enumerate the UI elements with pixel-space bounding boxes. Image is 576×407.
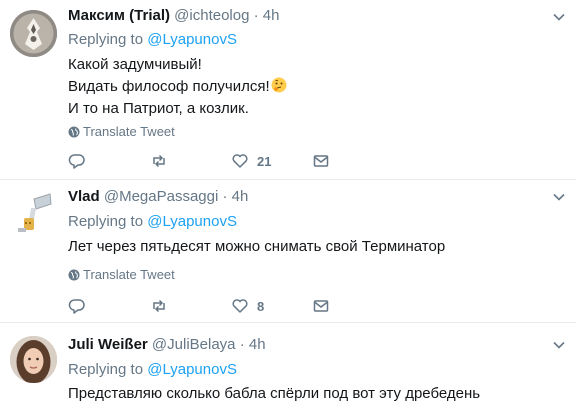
retweet-icon <box>153 299 165 313</box>
like-count: 8 <box>257 298 265 314</box>
replying-to: Replying to @LyapunovS <box>68 31 237 49</box>
tweet-header: Максим (Trial) @ichteolog · 4h <box>68 7 279 25</box>
reply-icon <box>68 299 85 314</box>
tweet-text-line: Лет через пятьдесят можно снимать свой Т… <box>68 238 446 255</box>
tweet-header: Juli Weißer @JuliBelaya · 4h <box>68 336 266 354</box>
translate-tweet-link[interactable]: Translate Tweet <box>68 124 175 140</box>
tweet-text: Какой задумчивый! Видать философ получил… <box>68 54 287 120</box>
tweet-text: Представляю сколько бабла спёрли под вот… <box>68 383 480 405</box>
timestamp[interactable]: 4h <box>263 7 280 24</box>
author-name[interactable]: Максим (Trial) <box>68 7 170 24</box>
avatar[interactable] <box>10 10 57 57</box>
reply-button[interactable] <box>68 151 86 171</box>
avatar[interactable] <box>10 336 57 383</box>
tweet-text: Лет через пятьдесят можно снимать свой Т… <box>68 236 445 258</box>
mention-link[interactable]: @LyapunovS <box>147 361 237 378</box>
retweet-icon <box>153 154 165 168</box>
direct-message-button[interactable] <box>312 296 330 316</box>
thinking-face-emoji <box>271 77 287 93</box>
tweet-text-line: И то на Патриот, а козлик. <box>68 100 249 117</box>
replying-to: Replying to @LyapunovS <box>68 213 237 231</box>
author-name[interactable]: Juli Weißer <box>68 336 148 353</box>
tweet-actions: 21 <box>68 151 368 171</box>
replying-to: Replying to @LyapunovS <box>68 361 237 379</box>
tweet-text-line: Видать философ получился! <box>68 76 287 98</box>
author-handle[interactable]: @JuliBelaya <box>152 336 236 353</box>
envelope-icon <box>313 155 329 167</box>
author-handle[interactable]: @MegaPassaggi <box>104 188 218 205</box>
tweet[interactable]: Juli Weißer @JuliBelaya · 4h Replying to… <box>0 323 576 407</box>
chevron-down-icon[interactable] <box>552 10 566 24</box>
tweet[interactable]: Vlad @MegaPassaggi · 4h Replying to @Lya… <box>0 180 576 323</box>
heart-icon <box>232 154 248 168</box>
author-handle[interactable]: @ichteolog <box>174 7 249 24</box>
tweet-text-line: Какой задумчивый! <box>68 56 202 73</box>
globe-icon <box>68 269 80 281</box>
replying-to-label: Replying to <box>68 31 148 48</box>
globe-icon <box>68 126 80 138</box>
reply-button[interactable] <box>68 296 86 316</box>
direct-message-button[interactable] <box>312 151 330 171</box>
like-button[interactable]: 8 <box>231 296 264 316</box>
chevron-down-icon[interactable] <box>552 190 566 204</box>
timestamp[interactable]: 4h <box>232 188 249 205</box>
translate-tweet-label[interactable]: Translate Tweet <box>83 267 175 282</box>
retweet-button[interactable] <box>150 151 168 171</box>
tweet-text-segment: Видать философ получился! <box>68 78 270 95</box>
envelope-icon <box>313 300 329 312</box>
replying-to-label: Replying to <box>68 361 148 378</box>
separator-dot: · <box>253 7 259 24</box>
reply-icon <box>68 154 85 169</box>
translate-tweet-link[interactable]: Translate Tweet <box>68 267 175 283</box>
avatar[interactable] <box>10 190 57 237</box>
separator-dot: · <box>239 336 245 353</box>
mention-link[interactable]: @LyapunovS <box>147 213 237 230</box>
like-count: 21 <box>257 153 272 169</box>
mention-link[interactable]: @LyapunovS <box>147 31 237 48</box>
separator-dot: · <box>222 188 228 205</box>
heart-icon <box>232 299 248 313</box>
timestamp[interactable]: 4h <box>249 336 266 353</box>
author-name[interactable]: Vlad <box>68 188 100 205</box>
like-button[interactable]: 21 <box>231 151 271 171</box>
tweet-actions: 8 <box>68 296 368 316</box>
translate-tweet-label[interactable]: Translate Tweet <box>83 124 175 139</box>
tweet[interactable]: Максим (Trial) @ichteolog · 4h Replying … <box>0 0 576 180</box>
chevron-down-icon[interactable] <box>552 338 566 352</box>
tweet-header: Vlad @MegaPassaggi · 4h <box>68 188 248 206</box>
retweet-button[interactable] <box>150 296 168 316</box>
tweet-text-line: Представляю сколько бабла спёрли под вот… <box>68 385 481 402</box>
replying-to-label: Replying to <box>68 213 148 230</box>
